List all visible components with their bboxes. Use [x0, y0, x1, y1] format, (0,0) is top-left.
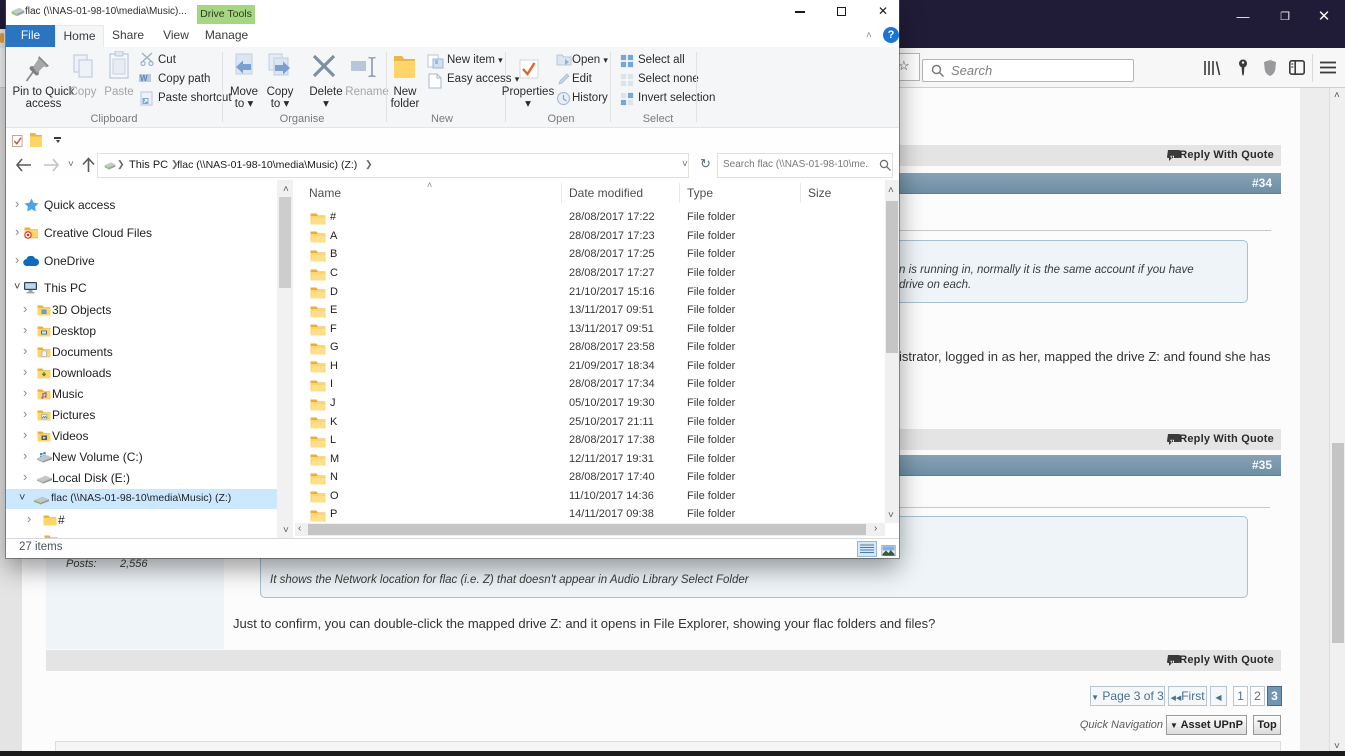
- svg-text:,,: ,,: [1170, 434, 1174, 443]
- svg-text:,,: ,,: [1170, 655, 1174, 664]
- svg-text:W: W: [140, 74, 148, 83]
- svg-text:,,: ,,: [1170, 150, 1174, 159]
